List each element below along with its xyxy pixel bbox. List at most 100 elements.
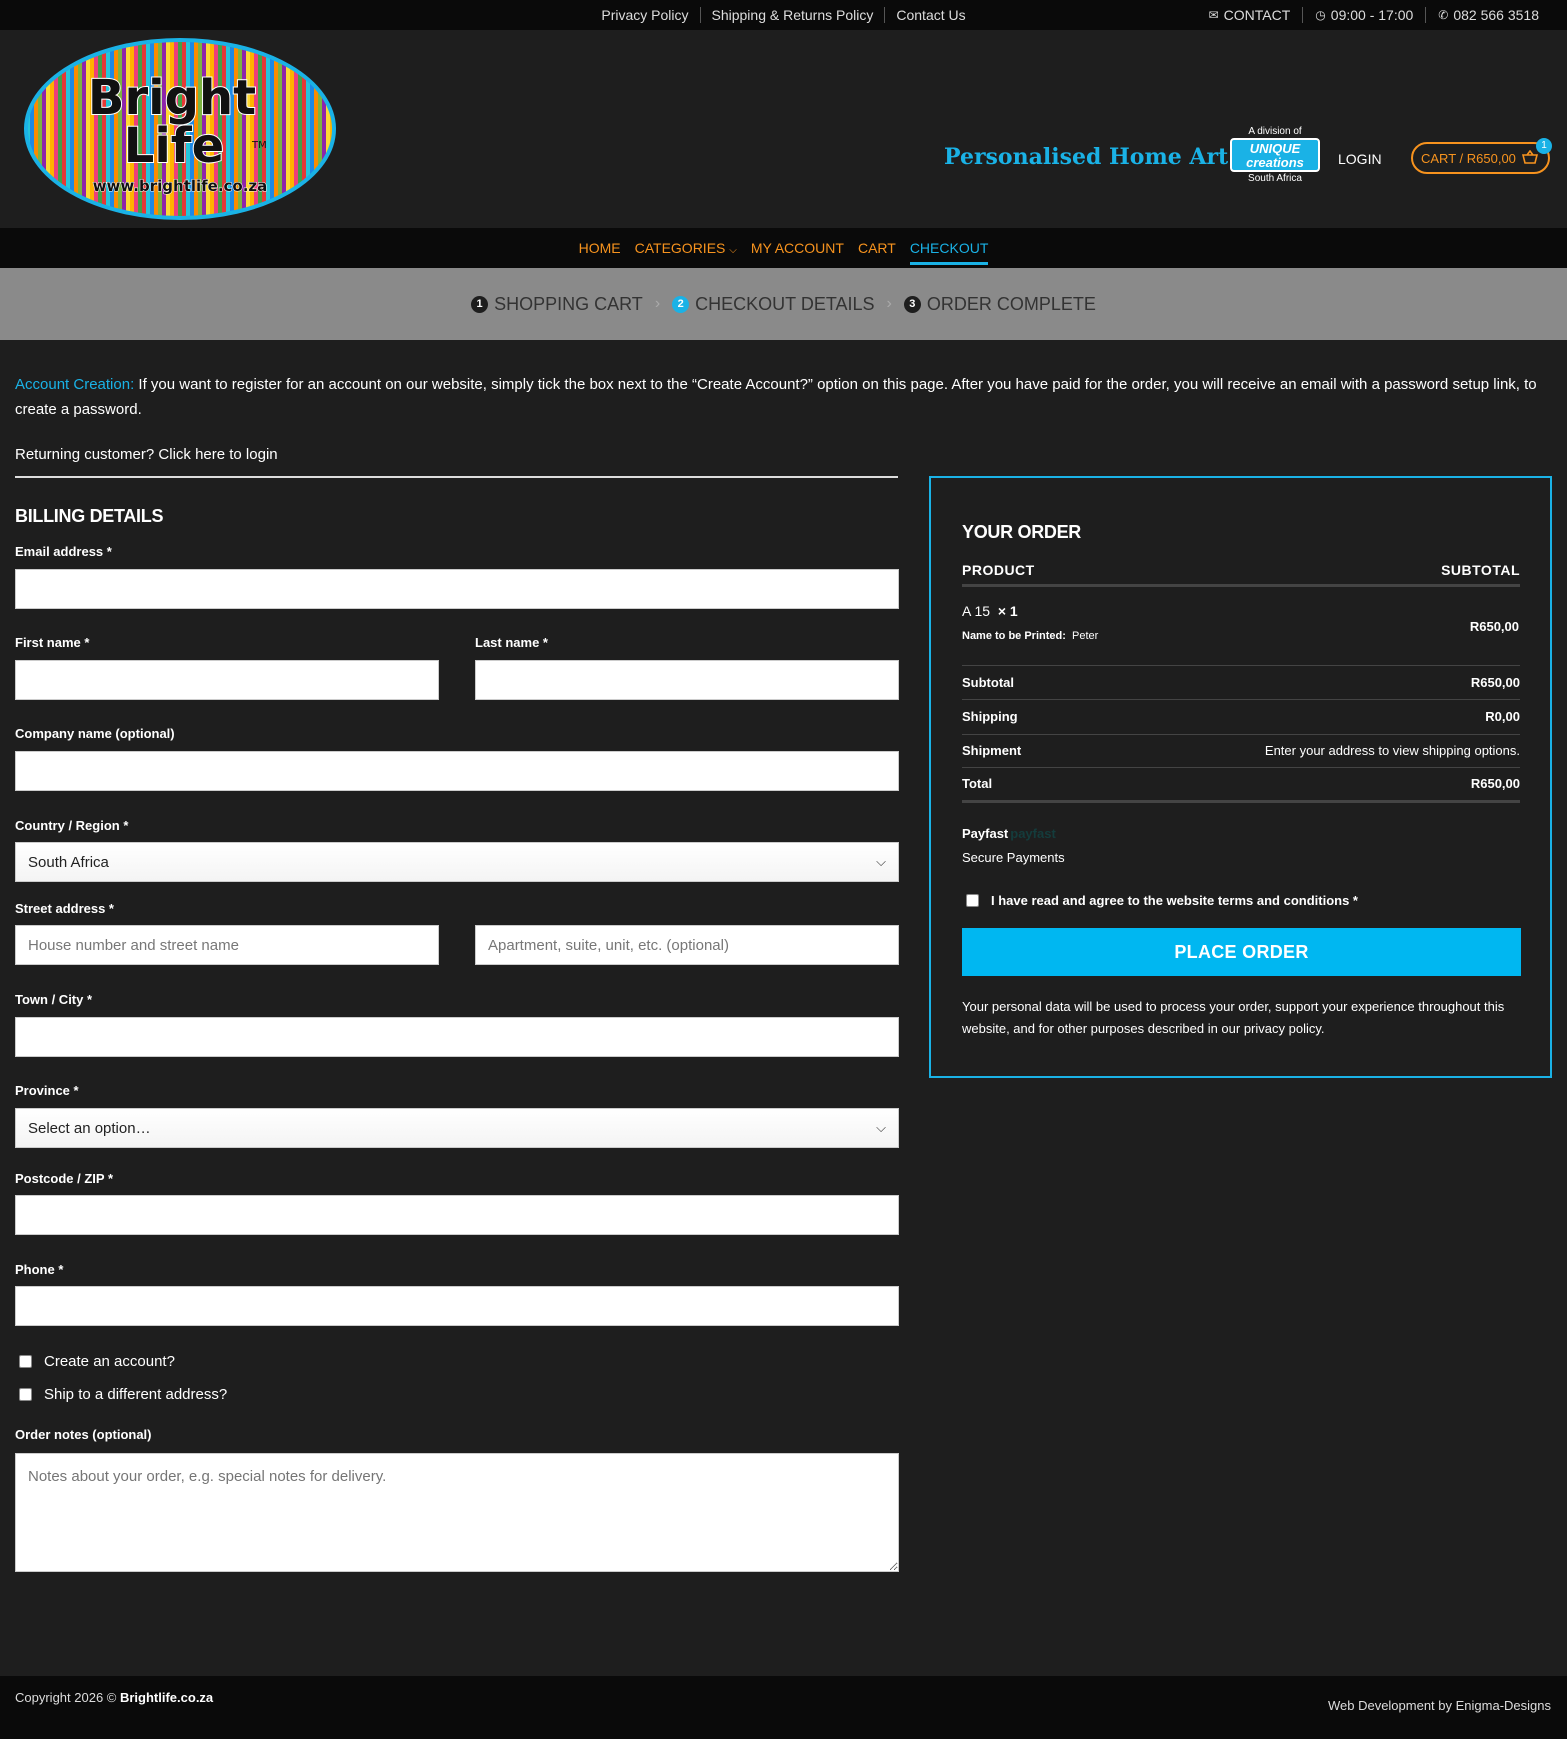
col-subtotal: SUBTOTAL bbox=[1441, 562, 1520, 578]
phone-field[interactable] bbox=[15, 1286, 899, 1326]
terms-checkbox[interactable] bbox=[966, 894, 979, 907]
shipment-row: Shipment Enter your address to view ship… bbox=[962, 743, 1520, 758]
returning-customer-link[interactable]: Returning customer? Click here to login bbox=[15, 446, 278, 463]
step-label: ORDER COMPLETE bbox=[926, 293, 1096, 314]
create-account-checkbox[interactable] bbox=[19, 1355, 32, 1368]
copyright: Copyright 2026 © Brightlife.co.za bbox=[15, 1690, 213, 1705]
payment-method[interactable]: Payfast payfast bbox=[962, 826, 1056, 841]
divider bbox=[962, 800, 1520, 803]
order-notes-label: Order notes (optional) bbox=[15, 1427, 152, 1442]
place-order-button[interactable]: PLACE ORDER bbox=[962, 928, 1521, 976]
product-name: A 15 × 1 bbox=[962, 603, 1018, 619]
province-select[interactable]: Select an option… ⌵ bbox=[15, 1108, 899, 1148]
nav-checkout[interactable]: CHECKOUT bbox=[909, 240, 989, 265]
shipping-row: Shipping R0,00 bbox=[962, 709, 1520, 724]
first-name-field[interactable] bbox=[15, 660, 439, 700]
chevron-down-icon: ⌵ bbox=[729, 245, 737, 256]
nav-my-account[interactable]: MY ACCOUNT bbox=[751, 240, 844, 256]
create-account-option[interactable]: Create an account? bbox=[19, 1353, 175, 1370]
street-address-field[interactable]: House number and street name bbox=[15, 925, 439, 965]
divider bbox=[962, 584, 1520, 587]
notice-text: If you want to register for an account o… bbox=[15, 376, 1537, 418]
logo-tm: TM bbox=[251, 140, 267, 151]
division-text: A division of bbox=[1248, 126, 1302, 137]
logo-url: www.brightlife.co.za bbox=[93, 177, 268, 195]
payfast-logo: payfast bbox=[1010, 826, 1056, 841]
postcode-field[interactable] bbox=[15, 1195, 899, 1235]
shipping-value: R0,00 bbox=[1485, 709, 1520, 724]
privacy-notice: Your personal data will be used to proce… bbox=[962, 999, 1505, 1036]
email-label: Email address * bbox=[15, 544, 112, 559]
chevron-down-icon: ⌵ bbox=[876, 1120, 886, 1135]
top-bar-info: ✉ CONTACT ◷ 09:00 - 17:00 ✆ 082 566 3518 bbox=[1197, 0, 1551, 30]
step-number: 3 bbox=[903, 295, 921, 313]
shipment-value: Enter your address to view shipping opti… bbox=[1264, 743, 1520, 758]
chevron-right-icon: › bbox=[886, 295, 892, 312]
step-checkout-details[interactable]: 2 CHECKOUT DETAILS bbox=[672, 293, 875, 315]
unique-creations-logo: A division of UNIQUE creations South Afr… bbox=[1228, 126, 1322, 186]
divider bbox=[962, 767, 1520, 768]
account-creation-notice: Account Creation: If you want to registe… bbox=[15, 372, 1545, 422]
clock-icon: ◷ bbox=[1315, 8, 1326, 22]
brightlife-logo[interactable]: Bright Life TM www.brightlife.co.za bbox=[22, 36, 338, 222]
phone-link[interactable]: ✆ 082 566 3518 bbox=[1425, 7, 1551, 23]
divider bbox=[15, 476, 898, 478]
phone-icon: ✆ bbox=[1438, 8, 1449, 22]
nav-categories[interactable]: CATEGORIES ⌵ bbox=[635, 240, 737, 256]
street-address-2-field[interactable]: Apartment, suite, unit, etc. (optional) bbox=[475, 925, 899, 965]
subtotal-label: Subtotal bbox=[962, 675, 1014, 690]
basket-icon bbox=[1521, 149, 1538, 167]
chevron-right-icon: › bbox=[654, 295, 661, 312]
copyright-prefix: Copyright 2026 © bbox=[15, 1690, 120, 1705]
last-name-field[interactable] bbox=[475, 660, 899, 700]
company-label: Company name (optional) bbox=[15, 726, 175, 741]
order-notes-field[interactable] bbox=[15, 1453, 899, 1572]
top-bar: Privacy Policy Shipping & Returns Policy… bbox=[0, 0, 1567, 30]
billing-title: BILLING DETAILS bbox=[15, 506, 164, 526]
terms-option[interactable]: I have read and agree to the website ter… bbox=[966, 893, 1358, 908]
business-hours: ◷ 09:00 - 17:00 bbox=[1302, 7, 1425, 23]
privacy-policy-link[interactable]: Privacy Policy bbox=[590, 7, 699, 23]
divider bbox=[962, 699, 1520, 700]
province-label: Province * bbox=[15, 1083, 79, 1098]
company-field[interactable] bbox=[15, 751, 899, 791]
step-label: CHECKOUT DETAILS bbox=[695, 293, 875, 314]
hours-text: 09:00 - 17:00 bbox=[1330, 7, 1414, 23]
city-label: Town / City * bbox=[15, 992, 93, 1007]
nav-cart[interactable]: CART bbox=[858, 240, 896, 256]
shipping-label: Shipping bbox=[962, 709, 1018, 724]
login-link[interactable]: LOGIN bbox=[1338, 151, 1382, 167]
step-shopping-cart[interactable]: 1 SHOPPING CART bbox=[471, 294, 643, 315]
subtotal-value: R650,00 bbox=[1470, 675, 1520, 690]
meta-label: Name to be Printed: bbox=[962, 630, 1066, 642]
cart-label: CART / R650,00 bbox=[1421, 150, 1516, 166]
web-development-credit[interactable]: Web Development by Enigma-Designs bbox=[1328, 1698, 1551, 1713]
step-number: 1 bbox=[471, 295, 489, 313]
last-name-label: Last name * bbox=[475, 635, 548, 650]
phone-number: 082 566 3518 bbox=[1453, 7, 1539, 23]
copyright-site-link[interactable]: Brightlife.co.za bbox=[120, 1690, 213, 1705]
site-footer: Copyright 2026 © Brightlife.co.za Web De… bbox=[0, 1676, 1567, 1739]
total-value: R650,00 bbox=[1470, 776, 1520, 791]
cart-count-badge: 1 bbox=[1536, 138, 1552, 154]
ship-different-option[interactable]: Ship to a different address? bbox=[19, 1386, 227, 1403]
ship-different-checkbox[interactable] bbox=[19, 1388, 32, 1401]
meta-value: Peter bbox=[1072, 630, 1099, 642]
email-field[interactable] bbox=[15, 569, 899, 609]
header-cart-button[interactable]: CART / R650,00 bbox=[1411, 142, 1550, 174]
division-brand-box: UNIQUE creations bbox=[1230, 138, 1320, 172]
order-table-header: PRODUCT SUBTOTAL bbox=[962, 562, 1520, 578]
chevron-down-icon: ⌵ bbox=[876, 854, 886, 869]
city-field[interactable] bbox=[15, 1017, 899, 1057]
payment-method-label: Payfast bbox=[962, 826, 1009, 841]
nav-home[interactable]: HOME bbox=[579, 240, 621, 256]
country-select[interactable]: South Africa ⌵ bbox=[15, 842, 899, 882]
envelope-icon: ✉ bbox=[1208, 8, 1219, 22]
nav-categories-label: CATEGORIES bbox=[634, 240, 726, 256]
shipment-label: Shipment bbox=[962, 743, 1022, 758]
contact-label: CONTACT bbox=[1223, 7, 1291, 23]
shipping-returns-link[interactable]: Shipping & Returns Policy bbox=[699, 7, 885, 23]
contact-link[interactable]: ✉ CONTACT bbox=[1197, 7, 1303, 23]
contact-us-link[interactable]: Contact Us bbox=[884, 7, 976, 23]
order-review-panel: YOUR ORDER PRODUCT SUBTOTAL A 15 × 1 Nam… bbox=[929, 476, 1552, 1078]
